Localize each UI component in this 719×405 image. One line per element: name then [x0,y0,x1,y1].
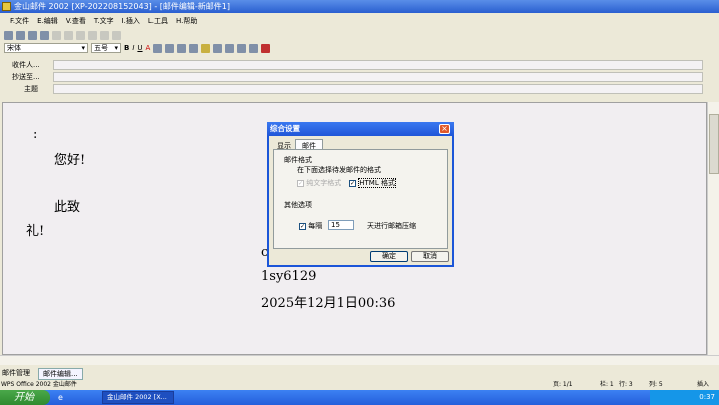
title-bar: 金山邮件 2002 [XP-202208152043] - [邮件编辑-新邮件1… [0,0,719,13]
system-tray: 0:37 [650,390,719,405]
compress-checkbox[interactable]: ✓ 每隔 [299,221,322,231]
cancel-button[interactable]: 取消 [411,251,449,262]
body-text: 您好! [54,153,86,168]
menu-edit[interactable]: E.编辑 [37,14,58,28]
signature-date: 2025年12月1日00:36 [261,296,396,311]
print-icon[interactable] [40,30,49,40]
align-left-icon[interactable] [153,43,163,53]
subject-input[interactable] [53,84,703,94]
cc-input[interactable] [53,72,703,82]
image-icon[interactable] [201,43,211,53]
send-icon[interactable] [213,43,223,53]
align-center-icon[interactable] [165,43,175,53]
menu-help[interactable]: H.帮助 [176,14,197,28]
send-later-icon[interactable] [225,43,235,53]
window-title: 金山邮件 2002 [XP-202208152043] - [邮件编辑-新邮件1… [14,2,230,11]
size-select[interactable]: 五号 [91,43,121,53]
copy-icon[interactable] [64,30,73,40]
horizontal-scrollbar[interactable] [0,355,719,365]
redo-icon[interactable] [100,30,109,40]
menu-insert[interactable]: I.插入 [122,14,140,28]
italic-icon[interactable]: I [132,44,134,52]
bold-icon[interactable]: B [124,44,129,52]
interval-spinner[interactable]: 15 [328,220,354,230]
standard-toolbar [0,29,121,41]
app-icon [2,2,11,11]
cc-label[interactable]: 抄送至... [12,72,40,82]
plain-text-option: ✓ 纯文字格式 [297,179,342,187]
paste-icon[interactable] [76,30,85,40]
pointer-icon[interactable] [112,30,121,40]
scroll-thumb[interactable] [709,114,719,174]
menu-tools[interactable]: L.工具 [148,14,168,28]
close-icon[interactable]: × [439,124,450,134]
ie-icon[interactable]: e [58,393,63,402]
menu-view[interactable]: V.查看 [66,14,86,28]
tab-mail-editor[interactable]: 邮件编辑... [38,368,83,380]
format-description: 在下面选择待发邮件的格式 [297,166,381,174]
menu-bar: F.文件 E.编辑 V.查看 T.文字 I.插入 L.工具 H.帮助 [0,14,719,28]
settings-dialog: 综合设置 × 显示 邮件 邮件格式 在下面选择待发邮件的格式 ✓ 纯文字格式 ✓… [267,122,454,267]
background-icon[interactable] [189,43,199,53]
html-option[interactable]: ✓ HTML 格式 [349,178,396,188]
address-book-icon[interactable] [16,30,25,40]
dialog-title: 综合设置 [267,122,454,136]
cut-icon[interactable] [52,30,61,40]
taskbar-task[interactable]: 金山邮件 2002 [X... [102,391,174,404]
print-preview-icon[interactable] [28,30,37,40]
align-right-icon[interactable] [177,43,187,53]
format-toolbar: 宋体 五号 BIU A [0,42,271,54]
font-color-icon[interactable]: A [146,44,151,52]
priority-icon[interactable] [261,43,271,53]
vertical-scrollbar[interactable] [707,102,719,355]
font-select[interactable]: 宋体 [4,43,88,53]
clock: 0:37 [699,393,715,401]
start-button[interactable]: 开始 [0,390,50,405]
menu-text[interactable]: T.文字 [94,14,114,28]
doc-tabs: 邮件管理 邮件编辑... [2,368,83,380]
menu-file[interactable]: F.文件 [10,14,29,28]
group-other: 其他选项 [284,201,312,209]
attach-icon[interactable] [249,43,259,53]
save-icon[interactable] [4,30,13,40]
body-text: : [33,127,38,142]
tab-mail-manager[interactable]: 邮件管理 [2,368,30,380]
body-text: 礼! [26,224,45,239]
interval-suffix: 天进行邮箱压缩 [367,222,416,230]
status-bar: WPS Office 2002 金山邮件 页: 1/1 栏: 1 行: 3 列:… [1,381,710,388]
subject-label: 主题 [24,85,38,93]
signature-name: 1sy6129 [261,269,317,284]
ok-button[interactable]: 确定 [370,251,408,262]
to-label[interactable]: 收件人... [12,60,40,70]
body-text: 此致 [54,200,81,215]
underline-icon[interactable]: U [137,44,142,52]
to-input[interactable] [53,60,703,70]
draft-icon[interactable] [237,43,247,53]
group-mail-format: 邮件格式 [284,156,312,164]
undo-icon[interactable] [88,30,97,40]
